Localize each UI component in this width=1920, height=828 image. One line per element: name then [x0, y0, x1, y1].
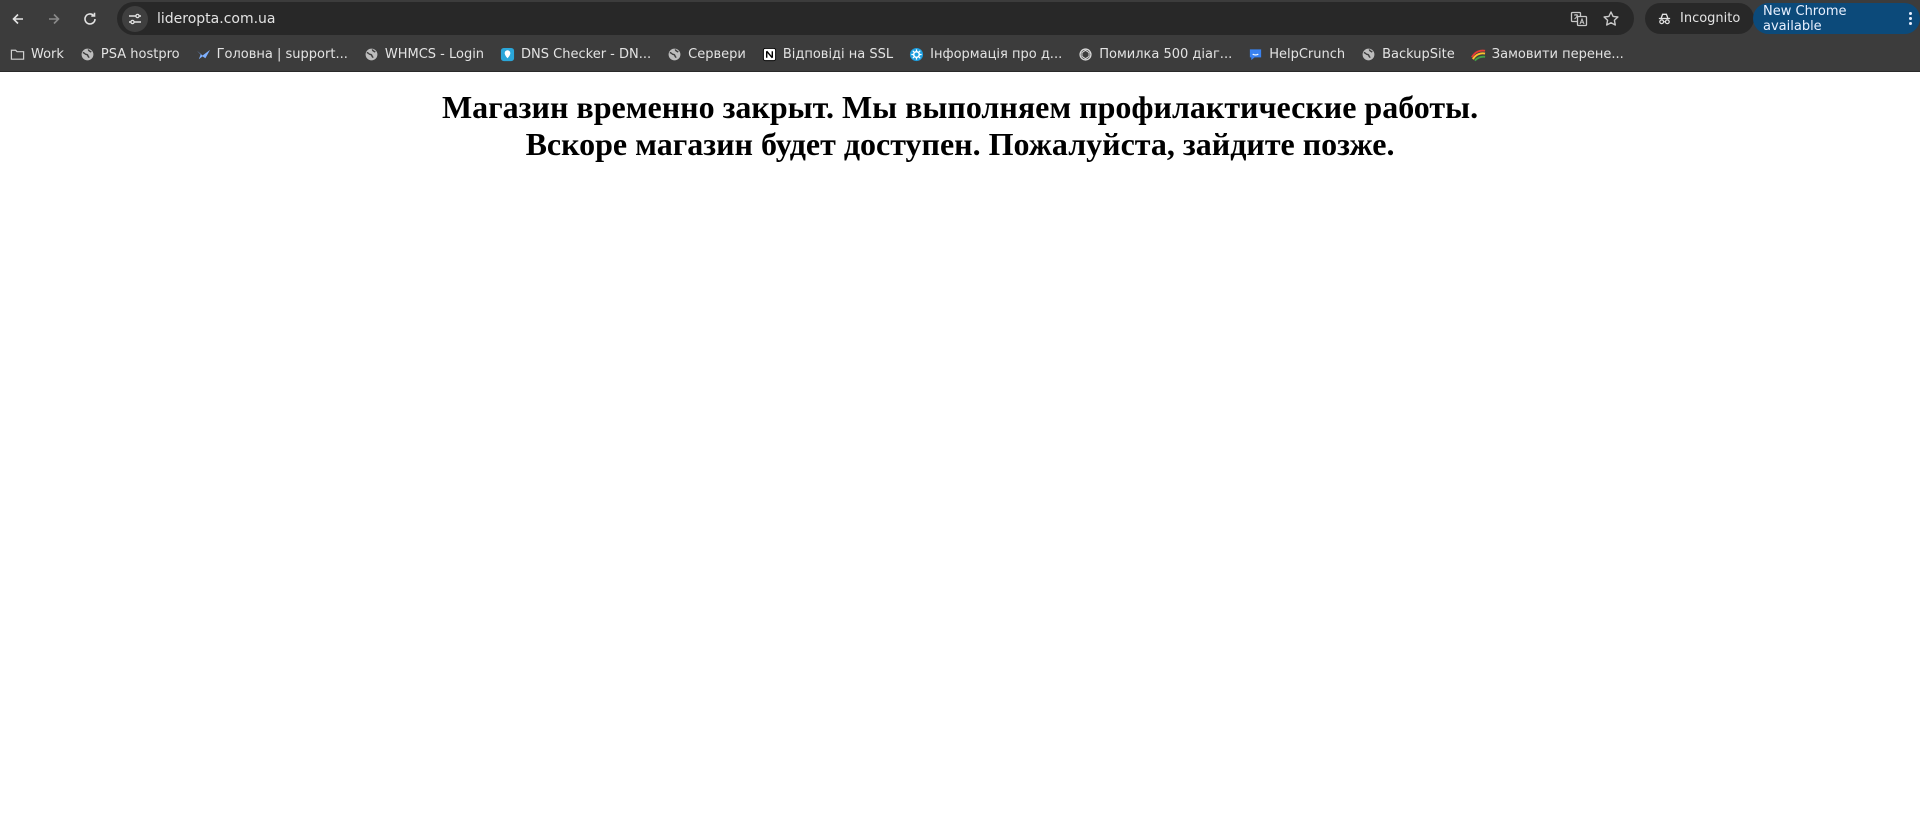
- bookmark-label: Помилка 500 діаг...: [1099, 46, 1233, 62]
- bookmark-item[interactable]: Work: [10, 47, 64, 62]
- tune-icon: [129, 13, 141, 24]
- bookmark-item[interactable]: WHMCS - Login: [364, 47, 484, 62]
- arrow-right-icon: [49, 13, 60, 24]
- bookmark-item[interactable]: Інформація про д...: [909, 47, 1062, 62]
- rainbow-logo-icon: [1470, 47, 1486, 62]
- bookmark-label: DNS Checker - DN...: [521, 46, 652, 62]
- globe-icon: [364, 47, 379, 62]
- chat-bubble-icon: [1248, 47, 1263, 62]
- page-content: Магазин временно закрыт. Мы выполняем пр…: [0, 72, 1920, 163]
- globe-icon: [80, 47, 95, 62]
- incognito-label: Incognito: [1680, 11, 1741, 26]
- bookmark-label: Work: [31, 46, 64, 62]
- bookmark-label: Сервери: [688, 46, 746, 62]
- bookmark-label: Відповіді на SSL: [782, 46, 894, 62]
- bird-logo-icon: [196, 47, 211, 62]
- reload-icon: [84, 12, 96, 25]
- incognito-icon: [1658, 13, 1671, 25]
- bookmark-item[interactable]: Помилка 500 діаг...: [1078, 47, 1232, 62]
- bookmark-item[interactable]: HelpCrunch: [1248, 47, 1345, 62]
- bookmark-label: Замовити перене...: [1491, 46, 1624, 62]
- bookmark-item[interactable]: BackupSite: [1361, 47, 1455, 62]
- bookmark-item[interactable]: Замовити перене...: [1470, 46, 1624, 62]
- maintenance-notice: Магазин временно закрыт. Мы выполняем пр…: [0, 89, 1920, 163]
- notion-icon: [762, 47, 777, 62]
- star-icon[interactable]: [1602, 10, 1620, 28]
- bookmark-item[interactable]: Сервери: [667, 47, 746, 62]
- notice-line-1: Магазин временно закрыт. Мы выполняем пр…: [441, 89, 1479, 125]
- bookmark-item[interactable]: Відповіді на SSL: [762, 47, 893, 62]
- browser-toolbar: lideropta.com.ua Incognito New Chrome av…: [0, 0, 1920, 37]
- url-text[interactable]: lideropta.com.ua: [157, 11, 276, 27]
- globe-icon: [1361, 47, 1376, 62]
- dns-checker-icon: [500, 47, 515, 62]
- bookmark-item[interactable]: PSA hostpro: [80, 47, 180, 62]
- bookmark-item[interactable]: Головна | support...: [196, 47, 348, 62]
- address-bar[interactable]: lideropta.com.ua: [117, 2, 1634, 35]
- reload-button[interactable]: [72, 1, 108, 37]
- back-button[interactable]: [0, 1, 36, 37]
- site-info-button[interactable]: [122, 5, 148, 32]
- bookmark-label: BackupSite: [1382, 46, 1455, 62]
- bookmark-item[interactable]: DNS Checker - DN...: [500, 47, 651, 62]
- bookmark-label: PSA hostpro: [100, 46, 180, 62]
- bookmark-label: Головна | support...: [216, 46, 348, 62]
- translate-icon[interactable]: [1570, 10, 1588, 28]
- arrow-left-icon: [12, 13, 23, 24]
- forward-button[interactable]: [36, 1, 72, 37]
- incognito-indicator[interactable]: Incognito: [1645, 3, 1755, 34]
- gear-badge-icon: [909, 47, 924, 62]
- browser-chrome: lideropta.com.ua Incognito New Chrome av…: [0, 0, 1920, 72]
- openai-icon: [1078, 47, 1093, 62]
- folder-icon: [10, 47, 25, 62]
- bookmark-label: WHMCS - Login: [384, 46, 485, 62]
- globe-icon: [667, 47, 682, 62]
- bookmark-label: HelpCrunch: [1269, 46, 1346, 62]
- bookmarks-bar: Work PSA hostpro Головна | support... WHMCS…: [0, 37, 1920, 72]
- omnibox-actions: [1570, 2, 1620, 35]
- bookmark-label: Інформація про д...: [930, 46, 1063, 62]
- menu-dots-icon[interactable]: [1909, 12, 1912, 25]
- notice-line-2: Вскоре магазин будет доступен. Пожалуйст…: [525, 126, 1395, 162]
- update-chrome-button[interactable]: New Chrome available: [1753, 3, 1920, 34]
- update-label: New Chrome available: [1763, 3, 1847, 34]
